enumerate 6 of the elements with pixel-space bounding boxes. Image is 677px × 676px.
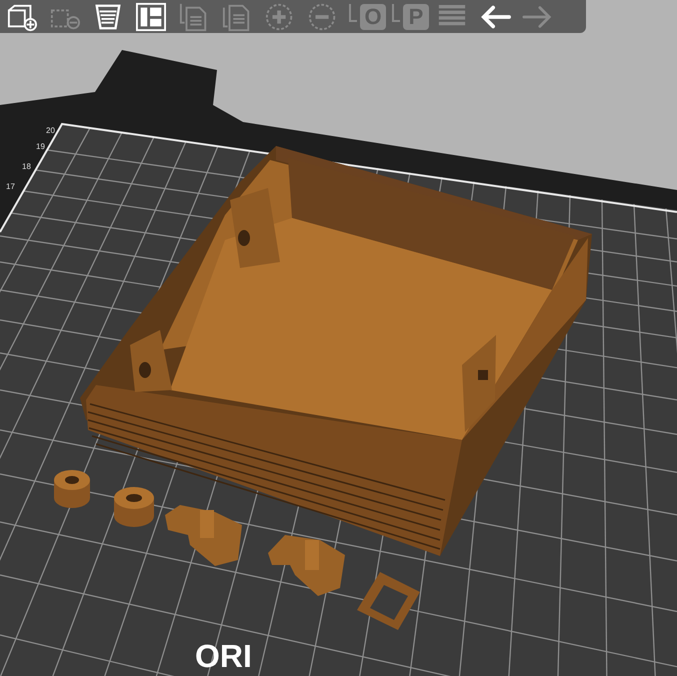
- arrange-icon: [134, 2, 168, 32]
- ruler-label: 19: [36, 143, 45, 151]
- bed-logo-text: ORI: [195, 640, 252, 672]
- ruler-label: 17: [6, 183, 15, 191]
- ruler-label: 18: [22, 163, 31, 171]
- ruler-label: 20: [46, 127, 55, 135]
